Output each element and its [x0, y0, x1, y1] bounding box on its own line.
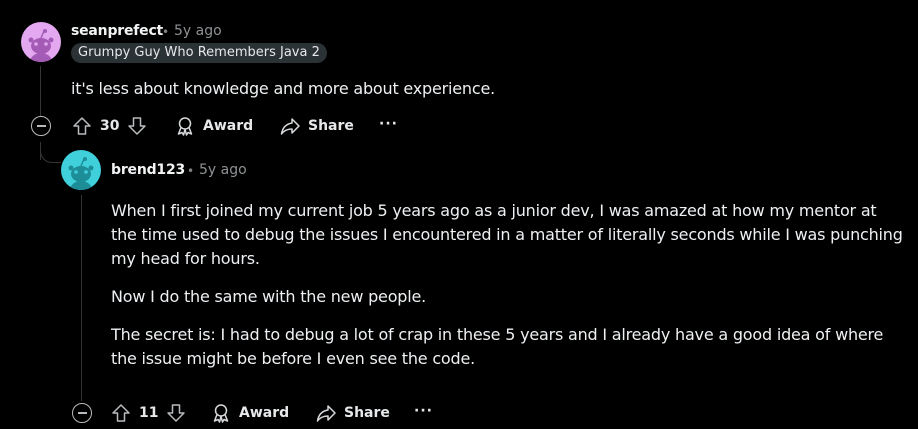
comment-body: it's less about knowledge and more about… — [71, 77, 891, 115]
comment-timestamp[interactable]: 5y ago — [199, 162, 247, 178]
snoo-avatar-icon — [61, 150, 101, 190]
thread-line-branch-curve — [40, 148, 61, 163]
thread-line-reply[interactable] — [81, 195, 82, 401]
minus-circle-icon — [77, 412, 87, 414]
vote-count: 11 — [139, 405, 159, 421]
comment-author[interactable]: seanprefect — [71, 23, 163, 39]
award-label: Award — [203, 118, 254, 134]
arrow-down-icon[interactable] — [127, 116, 147, 136]
user-flair: Grumpy Guy Who Remembers Java 2 — [71, 43, 327, 63]
comment-author[interactable]: brend123 — [111, 162, 185, 178]
share-label: Share — [344, 405, 390, 421]
collapse-button[interactable] — [31, 116, 51, 136]
minus-circle-icon — [36, 125, 46, 127]
share-label: Share — [308, 118, 354, 134]
arrow-up-icon[interactable] — [72, 116, 92, 136]
award-icon — [213, 404, 229, 423]
arrow-up-icon[interactable] — [111, 403, 131, 423]
comment-paragraph: it's less about knowledge and more about… — [71, 79, 495, 98]
share-button[interactable]: Share — [316, 403, 390, 423]
award-icon — [177, 117, 193, 136]
meta-separator: • — [162, 25, 170, 39]
award-button[interactable]: Award — [175, 116, 253, 136]
arrow-down-icon[interactable] — [166, 403, 186, 423]
comment-paragraph: Now I do the same with the new people. — [111, 287, 427, 306]
comment-paragraph: The secret is: I had to debug a lot of c… — [111, 325, 884, 368]
more-options-button[interactable]: ··· — [379, 116, 398, 132]
avatar[interactable] — [21, 22, 61, 62]
comment-timestamp[interactable]: 5y ago — [174, 23, 222, 39]
collapse-button[interactable] — [72, 403, 92, 423]
meta-separator: • — [187, 164, 195, 178]
comment-body: When I first joined my current job 5 yea… — [111, 199, 903, 385]
avatar[interactable] — [61, 150, 101, 190]
share-button[interactable]: Share — [280, 116, 354, 136]
thread-line[interactable] — [40, 66, 41, 116]
snoo-avatar-icon — [21, 22, 61, 62]
more-options-button[interactable]: ··· — [414, 403, 433, 419]
comment-paragraph: When I first joined my current job 5 yea… — [111, 201, 903, 268]
award-button[interactable]: Award — [211, 403, 289, 423]
share-icon — [280, 118, 300, 135]
vote-count: 30 — [100, 118, 120, 134]
vote-controls: 30 — [72, 116, 147, 136]
vote-controls: 11 — [111, 403, 186, 423]
award-label: Award — [239, 405, 290, 421]
share-icon — [316, 405, 336, 422]
